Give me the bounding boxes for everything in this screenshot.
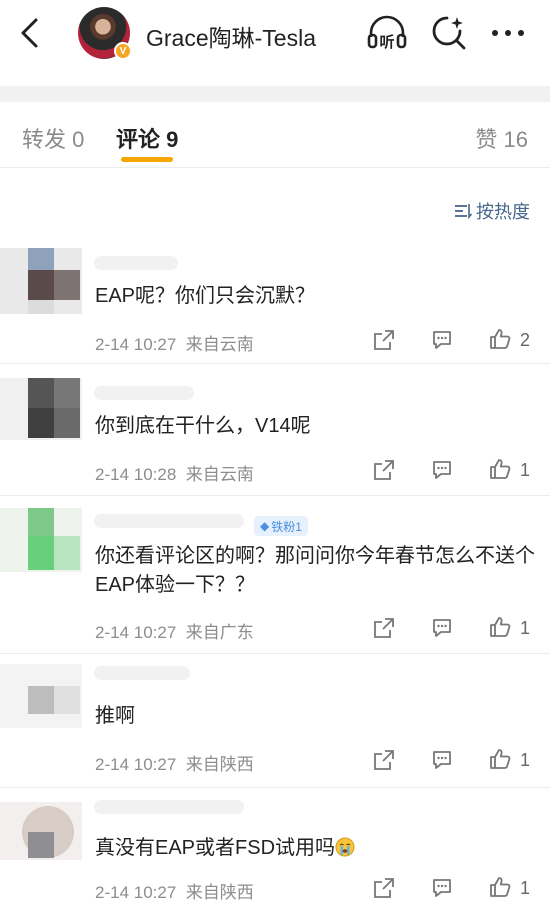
comment-meta: 2-14 10:28 来自云南 <box>95 460 254 485</box>
share-icon[interactable] <box>372 748 396 772</box>
comment-icon[interactable] <box>430 748 454 772</box>
comment-text: 推啊 <box>95 705 135 727</box>
commenter-name[interactable] <box>94 386 194 400</box>
comment-location: 来自广东 <box>185 623 254 642</box>
verified-badge-icon: V <box>114 42 132 60</box>
active-tab-indicator <box>121 157 173 162</box>
svg-text:听: 听 <box>379 33 394 51</box>
comment-location: 来自云南 <box>185 335 254 354</box>
listen-icon[interactable]: 听 <box>366 15 408 51</box>
like-count: 1 <box>520 750 531 770</box>
fan-badge: ◆ 铁粉1 <box>254 516 308 536</box>
more-icon[interactable] <box>488 24 528 42</box>
commenter-name[interactable] <box>94 666 190 680</box>
like-icon[interactable] <box>488 875 512 899</box>
comment-time: 2-14 10:27 <box>95 883 177 902</box>
sort-icon <box>455 204 472 220</box>
commenter-avatar[interactable] <box>0 664 82 730</box>
like-count: 1 <box>520 878 531 898</box>
share-icon[interactable] <box>372 876 396 900</box>
comment-item: EAP呢？你们只会沉默？ 2-14 10:27 来自云南 2 <box>0 236 550 364</box>
comment-meta: 2-14 10:27 来自陕西 <box>95 878 254 903</box>
sort-by-popularity-button[interactable]: 按热度 <box>454 198 530 224</box>
comment-item: 真没有EAP或者FSD试用吗 2-14 10:27 来自陕西 1 <box>0 788 550 908</box>
share-icon[interactable] <box>372 616 396 640</box>
user-name[interactable]: Grace陶琳-Tesla <box>146 19 316 53</box>
commenter-name[interactable] <box>94 514 244 528</box>
comment-icon[interactable] <box>430 328 454 352</box>
comment-icon[interactable] <box>430 616 454 640</box>
commenter-name[interactable] <box>94 256 178 270</box>
commenter-avatar[interactable] <box>0 378 82 444</box>
comment-location: 来自陕西 <box>185 883 254 902</box>
comment-item: 你到底在干什么，V14呢 2-14 10:28 来自云南 1 <box>0 364 550 496</box>
comment-time: 2-14 10:27 <box>95 755 177 774</box>
section-divider <box>0 86 550 102</box>
comment-time: 2-14 10:27 <box>95 335 177 354</box>
comment-icon[interactable] <box>430 458 454 482</box>
commenter-name[interactable] <box>94 800 244 814</box>
like-icon[interactable] <box>488 615 512 639</box>
user-avatar[interactable]: V <box>78 7 132 60</box>
comment-text: 你还看评论区的啊？那问问你今年春节怎么不送个EAP体验一下？？ <box>95 545 535 596</box>
comment-meta: 2-14 10:27 来自云南 <box>95 330 254 355</box>
tab-likes[interactable]: 赞 16 <box>475 122 528 154</box>
comment-text: EAP呢？你们只会沉默？ <box>95 285 316 307</box>
commenter-avatar[interactable] <box>0 802 82 868</box>
comment-text: 真没有EAP或者FSD试用吗 <box>95 837 336 859</box>
comment-text-block: 真没有EAP或者FSD试用吗 <box>95 834 535 863</box>
discover-icon[interactable] <box>430 14 468 52</box>
share-icon[interactable] <box>372 458 396 482</box>
comment-location: 来自云南 <box>185 465 254 484</box>
comment-location: 来自陕西 <box>185 755 254 774</box>
like-count: 1 <box>520 618 531 638</box>
comment-meta: 2-14 10:27 来自陕西 <box>95 750 254 775</box>
comment-item: ◆ 铁粉1 你还看评论区的啊？那问问你今年春节怎么不送个EAP体验一下？？ 2-1… <box>0 496 550 654</box>
share-icon[interactable] <box>372 328 396 352</box>
like-count: 1 <box>520 460 531 480</box>
comment-item: 推啊 2-14 10:27 来自陕西 1 <box>0 654 550 788</box>
comment-meta: 2-14 10:27 来自广东 <box>95 618 254 643</box>
comment-time: 2-14 10:28 <box>95 465 177 484</box>
fan-badge-label: 铁粉1 <box>271 519 302 534</box>
commenter-avatar[interactable] <box>0 508 82 574</box>
commenter-avatar[interactable] <box>0 248 82 314</box>
comment-icon[interactable] <box>430 876 454 900</box>
sort-label: 按热度 <box>476 202 530 222</box>
tab-repost[interactable]: 转发 0 <box>22 122 84 154</box>
diamond-icon: ◆ <box>260 519 270 533</box>
tab-bar: 转发 0 评论 9 赞 16 <box>0 102 550 168</box>
comment-text: 你到底在干什么，V14呢 <box>95 415 311 437</box>
back-icon[interactable] <box>14 16 46 50</box>
like-count: 2 <box>520 330 531 350</box>
tab-comments[interactable]: 评论 9 <box>116 122 178 154</box>
like-icon[interactable] <box>488 747 512 771</box>
crying-face-icon <box>335 837 355 857</box>
top-bar: V Grace陶琳-Tesla 听 <box>0 0 550 66</box>
like-icon[interactable] <box>488 327 512 351</box>
like-icon[interactable] <box>488 457 512 481</box>
comment-time: 2-14 10:27 <box>95 623 177 642</box>
